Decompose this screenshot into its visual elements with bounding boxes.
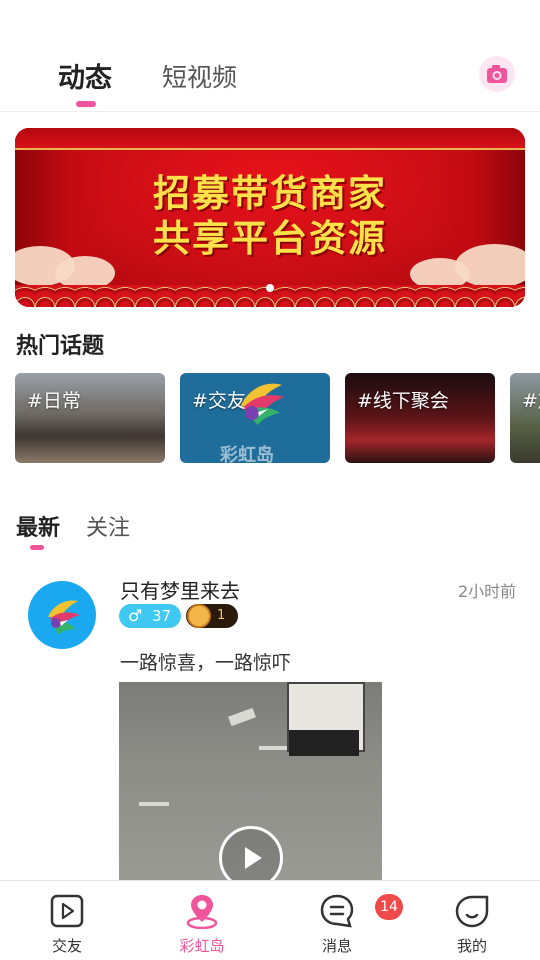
topic-label: #交友	[192, 390, 246, 412]
banner-headline-2: 共享平台资源	[153, 217, 387, 260]
nav-label: 消息	[321, 937, 352, 955]
crown-icon	[187, 604, 211, 628]
level-value: 1	[217, 608, 226, 623]
nav-item-messages[interactable]: 消息	[287, 881, 387, 960]
post-content: 一路惊喜，一路惊吓	[120, 652, 292, 674]
camera-icon	[487, 65, 507, 83]
topic-label: #日常	[27, 390, 81, 412]
unread-message-badge: 14	[375, 894, 403, 920]
feed-tab-indicator	[30, 545, 44, 550]
gender-age-badge: ♂ 37	[119, 604, 181, 628]
level-badge: 1	[186, 604, 238, 628]
chat-bubble-icon	[320, 894, 354, 928]
avatar-bird-icon	[48, 600, 80, 635]
post-username[interactable]: 只有梦里来去	[120, 575, 240, 604]
post-video-thumbnail[interactable]	[119, 682, 382, 882]
active-tab-indicator	[76, 101, 96, 107]
topic-card-friends[interactable]: 彩虹岛 #交友	[180, 373, 330, 463]
tab-short-video[interactable]: 短视频	[162, 58, 237, 94]
nav-label: 交友	[51, 937, 82, 955]
post-timestamp: 2小时前	[458, 582, 517, 601]
nav-item-rainbow-island[interactable]: 彩虹岛	[152, 881, 252, 960]
header-divider	[0, 111, 540, 112]
nav-item-me[interactable]: 我的	[422, 881, 522, 960]
road-marking	[228, 707, 256, 727]
topic-label: #旅	[522, 390, 540, 412]
top-tab-bar: 动态 短视频	[0, 52, 540, 112]
promo-banner[interactable]: 招募带货商家 共享平台资源	[15, 128, 525, 307]
road-marking	[139, 802, 169, 806]
hot-topics-list: #日常 彩虹岛 #交友 #线下聚会 #旅	[15, 373, 540, 463]
play-button[interactable]	[219, 826, 283, 882]
topic-card-travel[interactable]: #旅	[510, 373, 540, 463]
truck-wheels	[289, 730, 359, 756]
topic-label: #线下聚会	[357, 390, 449, 412]
tab-dynamic[interactable]: 动态	[58, 56, 112, 95]
nav-label: 彩虹岛	[179, 937, 225, 955]
nav-item-friends[interactable]: 交友	[17, 881, 117, 960]
app-screen: 动态 短视频 招募带货商家 共享平台资源 热门话题 #日常 彩虹岛 #交友 #线…	[0, 0, 540, 960]
topic-card-daily[interactable]: #日常	[15, 373, 165, 463]
top-drape	[15, 128, 525, 150]
feed-tab-latest[interactable]: 最新	[16, 510, 60, 542]
banner-page-dot	[266, 284, 274, 292]
male-icon: ♂	[128, 606, 143, 625]
age-value: 37	[152, 607, 172, 625]
topic-card-meetup[interactable]: #线下聚会	[345, 373, 495, 463]
hot-topics-title: 热门话题	[16, 334, 105, 359]
nav-label: 我的	[456, 937, 487, 955]
watermark-icon: 彩虹岛	[220, 445, 274, 463]
play-icon	[245, 847, 262, 869]
location-pin-icon	[186, 895, 218, 929]
bottom-nav: 交友 彩虹岛 消息 我的	[0, 880, 540, 960]
feed-tab-following[interactable]: 关注	[86, 510, 130, 542]
play-square-icon	[50, 894, 84, 928]
smile-face-icon	[455, 895, 489, 928]
avatar[interactable]	[28, 581, 96, 649]
camera-button[interactable]	[479, 56, 515, 92]
